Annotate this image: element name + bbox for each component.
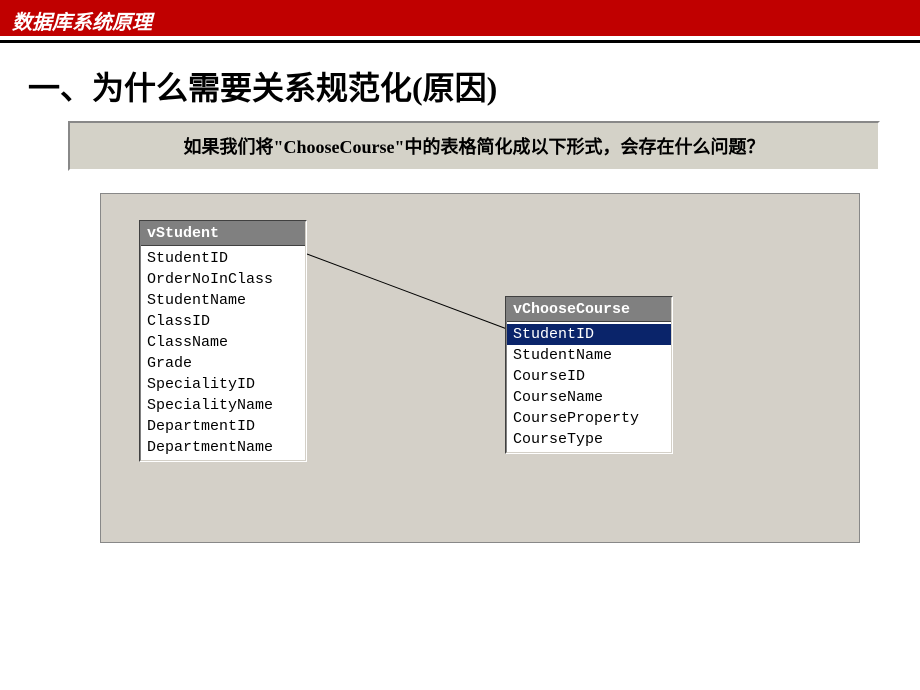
table-vstudent-header: vStudent xyxy=(141,222,305,246)
table-field[interactable]: StudentID xyxy=(507,324,671,345)
table-field[interactable]: ClassID xyxy=(141,311,305,332)
table-field[interactable]: CourseProperty xyxy=(507,408,671,429)
table-field[interactable]: CourseName xyxy=(507,387,671,408)
slide-header: 数据库系统原理 xyxy=(0,0,920,36)
question-box: 如果我们将"ChooseCourse"中的表格简化成以下形式，会存在什么问题？ xyxy=(68,121,880,171)
er-diagram-area: vStudent StudentIDOrderNoInClassStudentN… xyxy=(100,193,860,543)
table-field[interactable]: StudentID xyxy=(141,248,305,269)
table-field[interactable]: Grade xyxy=(141,353,305,374)
table-vchoosecourse-header: vChooseCourse xyxy=(507,298,671,322)
main-title: 一、为什么需要关系规范化(原因) xyxy=(0,43,920,121)
header-title: 数据库系统原理 xyxy=(12,12,152,34)
table-field[interactable]: CourseID xyxy=(507,366,671,387)
table-field[interactable]: ClassName xyxy=(141,332,305,353)
table-field[interactable]: SpecialityName xyxy=(141,395,305,416)
table-field[interactable]: StudentName xyxy=(507,345,671,366)
table-field[interactable]: DepartmentName xyxy=(141,437,305,458)
table-vchoosecourse: vChooseCourse StudentIDStudentNameCourse… xyxy=(505,296,673,454)
table-field[interactable]: CourseType xyxy=(507,429,671,450)
table-vchoosecourse-fields: StudentIDStudentNameCourseIDCourseNameCo… xyxy=(507,322,671,452)
table-field[interactable]: StudentName xyxy=(141,290,305,311)
question-text: 如果我们将"ChooseCourse"中的表格简化成以下形式，会存在什么问题？ xyxy=(184,137,765,157)
table-field[interactable]: OrderNoInClass xyxy=(141,269,305,290)
table-field[interactable]: DepartmentID xyxy=(141,416,305,437)
table-vstudent-fields: StudentIDOrderNoInClassStudentNameClassI… xyxy=(141,246,305,460)
table-field[interactable]: SpecialityID xyxy=(141,374,305,395)
table-vstudent: vStudent StudentIDOrderNoInClassStudentN… xyxy=(139,220,307,462)
